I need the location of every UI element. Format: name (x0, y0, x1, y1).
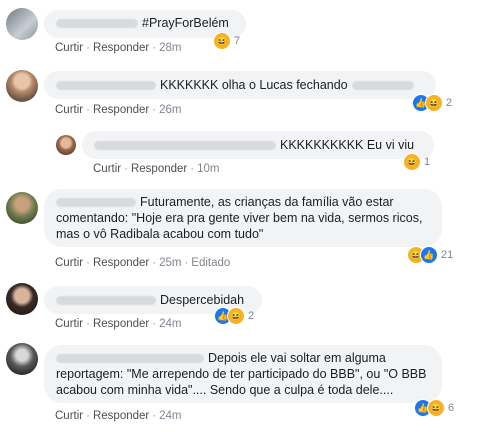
reaction-count: 7 (234, 35, 241, 47)
separator: · (86, 104, 90, 116)
comment-actions: Curtir · Responder · 25m · Editado (55, 257, 230, 269)
separator: · (86, 42, 90, 54)
commenter-name[interactable] (56, 354, 204, 364)
reply-link[interactable]: Responder (93, 410, 149, 422)
avatar[interactable] (6, 70, 38, 102)
comment-text: #PrayForBelém (142, 16, 229, 30)
commenter-name[interactable] (56, 19, 138, 29)
separator: · (152, 257, 157, 269)
comment-bubble: KKKKKKKKKK Eu vi viu (82, 131, 434, 159)
reaction-summary[interactable]: 👍 😆 2 (412, 94, 452, 112)
separator: · (184, 257, 189, 269)
reaction-count: 2 (446, 97, 453, 109)
commenter-name[interactable] (56, 198, 136, 208)
comment-text: KKKKKKKKKK Eu vi viu (280, 138, 415, 152)
separator: · (190, 163, 195, 175)
reaction-summary[interactable]: 👍 😆 2 (214, 307, 254, 325)
like-link[interactable]: Curtir (55, 410, 83, 422)
like-link[interactable]: Curtir (93, 163, 121, 175)
reply-link[interactable]: Responder (93, 42, 149, 54)
comment-text: KKKKKKK olha o Lucas fechando (160, 78, 348, 92)
separator: · (152, 104, 157, 116)
separator: · (86, 410, 90, 422)
reaction-summary[interactable]: 👍 😆 6 (414, 399, 454, 417)
reply-link[interactable]: Responder (93, 104, 149, 116)
haha-icon: 😆 (403, 153, 421, 171)
haha-icon: 😆 (227, 307, 245, 325)
commenter-name[interactable] (56, 296, 156, 306)
reaction-count: 21 (441, 249, 454, 261)
timestamp[interactable]: 25m (159, 257, 181, 269)
blurred-text (351, 81, 414, 91)
timestamp[interactable]: 28m (159, 42, 181, 54)
like-link[interactable]: Curtir (55, 104, 83, 116)
reaction-count: 2 (248, 310, 255, 322)
commenter-name[interactable] (56, 81, 156, 91)
comment-actions: Curtir · Responder · 28m (55, 42, 181, 54)
comment-bubble: Futuramente, as crianças da família vão … (44, 189, 442, 247)
reaction-count: 6 (448, 402, 455, 414)
separator: · (86, 318, 90, 330)
haha-icon: 😆 (425, 94, 443, 112)
commenter-name[interactable] (94, 141, 276, 151)
comment-bubble: KKKKKKK olha o Lucas fechando (44, 71, 436, 99)
comment-bubble: Depois ele vai soltar em alguma reportag… (44, 345, 442, 403)
timestamp[interactable]: 24m (159, 410, 181, 422)
avatar[interactable] (6, 283, 38, 315)
haha-icon: 😆 (427, 399, 445, 417)
avatar[interactable] (6, 8, 38, 40)
edited-label[interactable]: Editado (191, 257, 230, 269)
comment-text: Despercebidah (160, 293, 245, 307)
reply-link[interactable]: Responder (131, 163, 187, 175)
separator: · (152, 318, 157, 330)
separator: · (152, 42, 157, 54)
separator: · (152, 410, 157, 422)
like-link[interactable]: Curtir (55, 42, 83, 54)
separator: · (124, 163, 128, 175)
reply-link[interactable]: Responder (93, 318, 149, 330)
comment-actions: Curtir · Responder · 24m (55, 318, 181, 330)
reply-link[interactable]: Responder (93, 257, 149, 269)
reaction-summary[interactable]: 😆 7 (213, 32, 240, 50)
timestamp[interactable]: 10m (197, 163, 219, 175)
like-link[interactable]: Curtir (55, 257, 83, 269)
comment-actions: Curtir · Responder · 26m (55, 104, 181, 116)
comment-actions: Curtir · Responder · 10m (93, 163, 219, 175)
reaction-summary[interactable]: 😆 1 (403, 153, 430, 171)
reaction-count: 1 (424, 156, 431, 168)
haha-icon: 😆 (213, 32, 231, 50)
comment-actions: Curtir · Responder · 24m (55, 410, 181, 422)
avatar[interactable] (56, 135, 76, 155)
reaction-summary[interactable]: 😆 👍 21 (407, 246, 453, 264)
timestamp[interactable]: 24m (159, 318, 181, 330)
avatar[interactable] (6, 192, 38, 224)
like-icon: 👍 (420, 246, 438, 264)
avatar[interactable] (6, 343, 38, 375)
separator: · (86, 257, 90, 269)
timestamp[interactable]: 26m (159, 104, 181, 116)
like-link[interactable]: Curtir (55, 318, 83, 330)
